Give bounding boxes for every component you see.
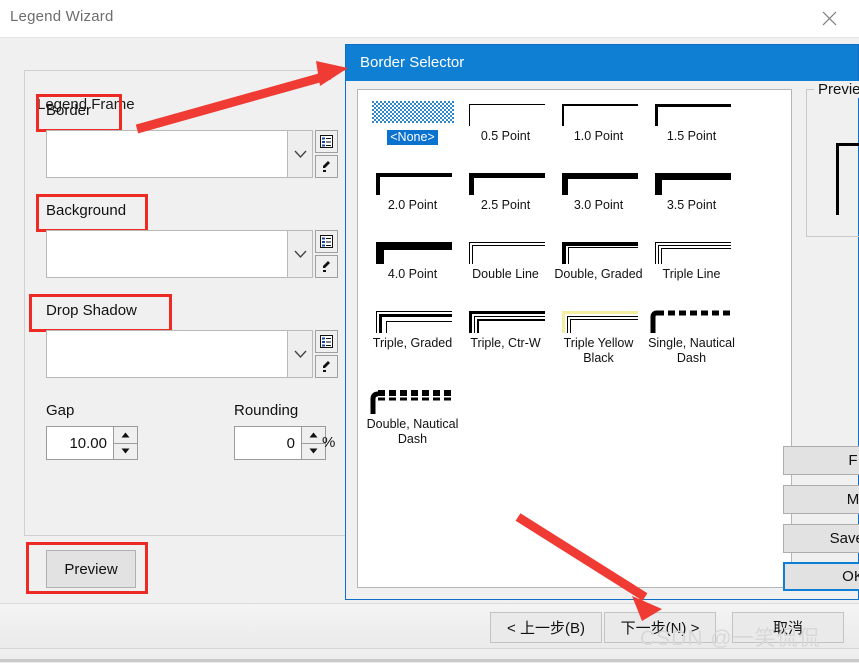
border-sample-label: Single, Nautical Dash [648,336,735,365]
border-sample-3-0-point[interactable]: 3.0 Point [552,167,645,213]
border-sample-triple-graded[interactable]: Triple, Graded [366,305,459,351]
border-sample-2-5-point[interactable]: 2.5 Point [459,167,552,213]
border-sample-double-line[interactable]: Double Line [459,236,552,282]
border-sample-1-5-point[interactable]: 1.5 Point [645,98,738,144]
border-sample-3-5-point[interactable]: 3.5 Point [645,167,738,213]
double-nautical-dash-icon [366,386,459,416]
chevron-up-icon[interactable] [113,426,138,444]
border-selector-second-button[interactable]: M [783,485,859,514]
edit-icon-button[interactable] [315,255,338,278]
border-sample-2-0-point[interactable]: 2.0 Point [366,167,459,213]
drop-shadow-combobox-side-buttons [315,330,338,378]
border-sample-0-5-point[interactable]: 0.5 Point [459,98,552,144]
gap-stepper-buttons [113,426,138,460]
border-weight-icon [459,98,552,128]
background-combobox-side-buttons [315,230,338,278]
border-preview-label: Preview [814,81,859,98]
border-sample-label: 3.5 Point [666,198,717,212]
border-sample-label: 1.0 Point [573,129,624,143]
wizard-titlebar: Legend Wizard [0,0,859,37]
border-weight-icon [366,167,459,197]
border-weight-icon [459,167,552,197]
background-combobox[interactable] [46,230,338,278]
border-sample-label: 2.5 Point [480,198,531,212]
border-sample-1-0-point[interactable]: 1.0 Point [552,98,645,144]
background-combobox-value[interactable] [46,230,287,278]
border-sample-label: 3.0 Point [573,198,624,212]
border-sample-4-0-point[interactable]: 4.0 Point [366,236,459,282]
single-nautical-dash-icon [645,305,738,335]
border-weight-icon [552,167,645,197]
border-sample-label: Triple, Ctr-W [470,336,541,350]
border-sample-label: Double, Graded [554,267,643,281]
border-selector-ok-button[interactable]: OK [783,562,859,591]
rounding-label: Rounding [234,402,299,419]
border-sample-label: Triple, Graded [372,336,453,350]
triple-yellow-black-icon [552,305,645,335]
preview-button[interactable]: Preview [46,550,136,588]
border-sample-triple-line[interactable]: Triple Line [645,236,738,282]
rounding-stepper[interactable]: 0 [234,426,326,460]
drop-shadow-highlight-box [29,294,172,332]
border-highlight-box [36,94,122,132]
border-preview-art [836,143,859,215]
page-title: Legend Wizard [10,8,114,25]
border-selector-title: Border Selector [360,54,465,71]
border-selector-first-button[interactable]: F [783,446,859,475]
border-combobox[interactable] [46,130,338,178]
gap-label: Gap [46,402,75,419]
chevron-down-icon[interactable] [287,230,313,278]
chevron-down-icon[interactable] [287,330,313,378]
border-sample-label: 1.5 Point [666,129,717,143]
rounding-input[interactable]: 0 [234,426,301,460]
border-weight-icon [645,167,738,197]
border-weight-icon [552,98,645,128]
back-button[interactable]: < 上一步(B) [490,612,602,643]
gap-stepper[interactable]: 10.00 [46,426,138,460]
drop-shadow-combobox-value[interactable] [46,330,287,378]
border-weight-icon [366,236,459,266]
edit-icon-button[interactable] [315,155,338,178]
border-sample-label: 0.5 Point [480,129,531,143]
list-icon-button[interactable] [315,230,338,253]
border-sample-triple-yellow-black[interactable]: Triple Yellow Black [552,305,645,366]
border-sample-triple-ctr-w[interactable]: Triple, Ctr-W [459,305,552,351]
background-highlight-box [36,194,148,232]
list-icon-button[interactable] [315,130,338,153]
rounding-unit: % [322,434,336,451]
triple-ctrw-icon [459,305,552,335]
close-icon[interactable] [809,4,849,32]
edit-icon-button[interactable] [315,355,338,378]
border-sample-label: Double Line [472,267,539,281]
chevron-down-icon[interactable] [287,130,313,178]
double-line-icon [459,236,552,266]
border-sample-double-nautical-dash[interactable]: Double, Nautical Dash [366,386,459,447]
border-sample-label: <None> [387,130,438,145]
border-sample-single-nautical-dash[interactable]: Single, Nautical Dash [645,305,738,366]
border-sample-label: 2.0 Point [387,198,438,212]
border-sample-label: Triple Line [662,267,721,281]
border-selector-dialog: Border Selector <None> 0.5 Point 1.0 Poi… [345,44,859,600]
border-combobox-side-buttons [315,130,338,178]
border-selector-save-button[interactable]: Save... [783,524,859,553]
border-sample-label: Double, Nautical Dash [366,417,459,446]
border-sample-double-graded[interactable]: Double, Graded [552,236,645,282]
triple-graded-icon [366,305,459,335]
double-graded-icon [552,236,645,266]
triple-line-icon [645,236,738,266]
border-sample-none[interactable]: <None> [366,98,459,146]
none-swatch-icon [366,98,459,128]
border-sample-label: 4.0 Point [387,267,438,281]
chevron-down-icon[interactable] [113,443,138,460]
drop-shadow-combobox[interactable] [46,330,338,378]
gap-input[interactable]: 10.00 [46,426,113,460]
border-combobox-value[interactable] [46,130,287,178]
list-icon-button[interactable] [315,330,338,353]
border-sample-label: Triple Yellow Black [563,336,634,365]
border-weight-icon [645,98,738,128]
border-sample-grid[interactable]: <None> 0.5 Point 1.0 Point 1.5 Point 2.0… [357,89,792,588]
